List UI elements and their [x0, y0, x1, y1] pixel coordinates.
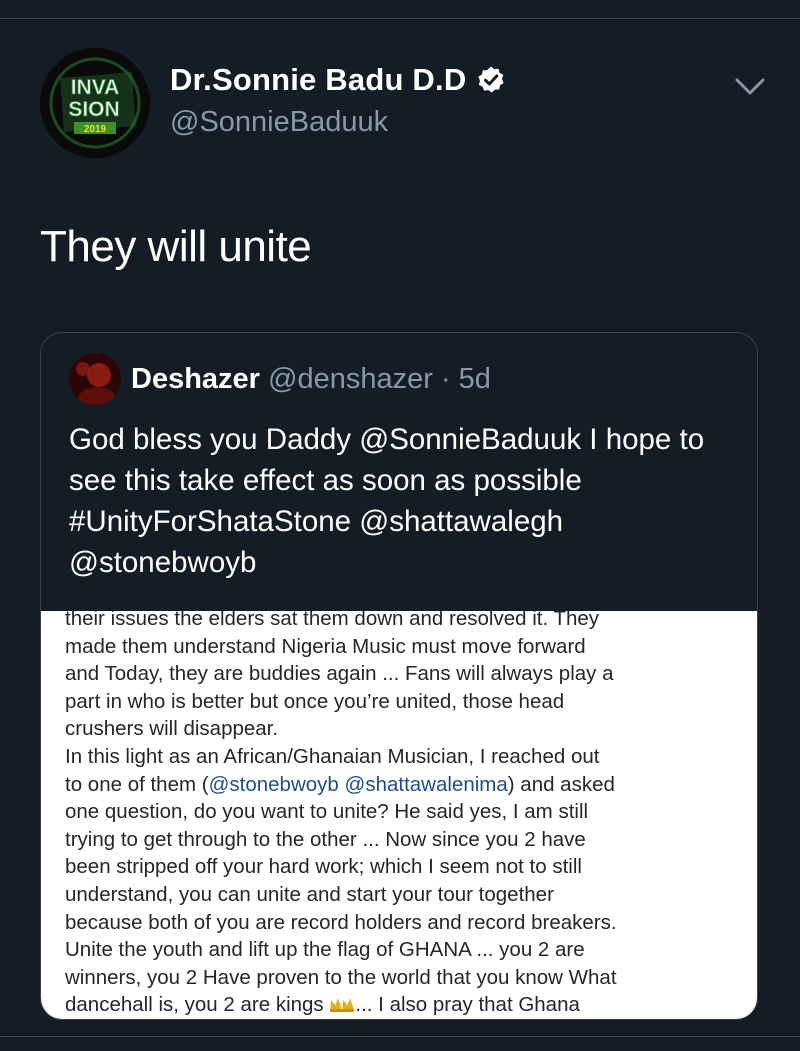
quoted-tweet-card[interactable]: Deshazer @denshazer · 5d God bless you D… [40, 332, 758, 1020]
quoted-handle-time: @denshazer · 5d [268, 363, 491, 395]
author-display-name[interactable]: Dr.Sonnie Badu D.D [170, 62, 506, 98]
image-line: made them understand Nigeria Music must … [65, 634, 586, 658]
image-line: crushers will disappear. [65, 717, 279, 741]
image-line: trying to get through to the other ... N… [65, 827, 586, 851]
quoted-author-name[interactable]: Deshazer [131, 363, 260, 395]
image-line: been stripped off your hard work; which … [65, 855, 582, 879]
image-line: their issues the elders sat them down an… [65, 611, 600, 630]
author-name-text[interactable]: Dr.Sonnie Badu D.D [170, 62, 466, 98]
quoted-tweet-header: Deshazer @denshazer · 5d [131, 363, 491, 396]
image-line: understand, you can unite and start your… [65, 882, 554, 906]
image-line: and Today, they are buddies again ... Fa… [65, 662, 614, 686]
image-line: Unite the youth and lift up the flag of … [65, 938, 585, 962]
image-mention: @stonebwoyb @shattawalenima [208, 772, 508, 796]
quoted-avatar-icon [69, 353, 121, 405]
svg-text:2019: 2019 [84, 124, 107, 135]
svg-text:SION: SION [68, 98, 119, 121]
author-avatar[interactable]: INVA SION 2019 [40, 48, 150, 158]
invasion-logo-icon: INVA SION 2019 [40, 48, 150, 158]
tweet-text: They will unite [40, 222, 312, 271]
bottom-divider [0, 1036, 800, 1037]
quoted-tweet-image[interactable]: their issues the elders sat them down an… [41, 611, 757, 1019]
image-line: because both of you are record holders a… [65, 910, 617, 934]
top-divider [0, 18, 800, 19]
image-line: In this light as an African/Ghanaian Mus… [65, 744, 600, 768]
image-caption-text: their issues the elders sat them down an… [65, 611, 755, 1019]
image-line-part: to one of them ( [65, 772, 209, 796]
image-line: part in who is better but once you’re un… [65, 689, 565, 713]
crown-emoji-icon [330, 998, 355, 1013]
image-line-part: ... I also pray that Ghana [355, 993, 580, 1017]
svg-text:INVA: INVA [71, 76, 120, 99]
image-line-part: ) and asked [507, 772, 615, 796]
image-line: to one of them (@stonebwoyb @shattawalen… [65, 771, 755, 799]
image-line: one question, do you want to unite? He s… [65, 800, 589, 824]
verified-badge-icon [478, 66, 505, 93]
image-line: winners, you 2 Have proven to the world … [65, 965, 617, 989]
author-handle[interactable]: @SonnieBaduuk [170, 106, 388, 139]
quoted-author-avatar[interactable] [69, 353, 121, 405]
quoted-tweet-text: God bless you Daddy @SonnieBaduuk I hope… [69, 423, 705, 579]
chevron-down-icon[interactable] [734, 74, 766, 98]
image-line: dancehall is, you 2 are kings ... I also… [65, 991, 755, 1019]
image-line-part: dancehall is, you 2 are kings [65, 993, 330, 1017]
